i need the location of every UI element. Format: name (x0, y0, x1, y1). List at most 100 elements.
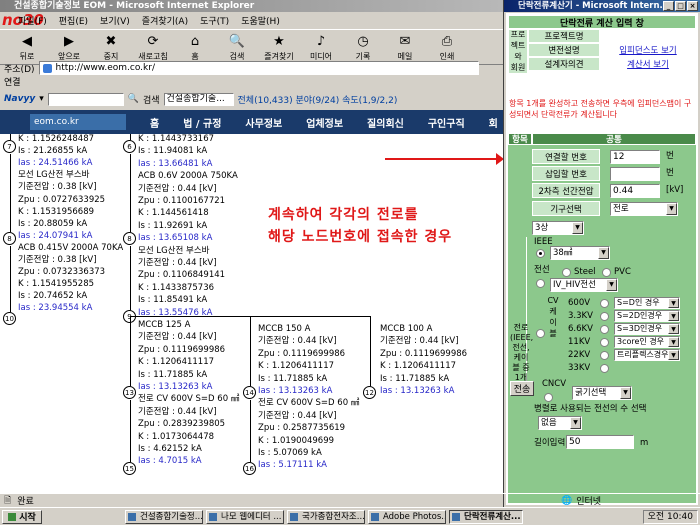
toolbar-button-5[interactable]: 🔍 검색 (216, 30, 258, 62)
menu-item[interactable]: 편집(E) (59, 14, 88, 27)
links-label[interactable]: 연결 (4, 78, 21, 88)
taskbar: 시작 건설종합기술정... 나모 웹에디터 ... 국가종합전자조... Adobe … (0, 507, 700, 525)
field-input[interactable] (610, 167, 660, 181)
chevron-down-icon: ▼ (620, 387, 631, 399)
toolbar-button-4[interactable]: ⌂ 홈 (174, 30, 216, 62)
chevron-down-icon[interactable]: ▾ (39, 94, 44, 104)
menu-item[interactable]: 도구(T) (200, 14, 229, 27)
taskbar-task[interactable]: 국가종합전자조... (287, 509, 365, 524)
diagram-value: Ias : 13.13263 kA (380, 386, 455, 396)
cv-radio[interactable] (536, 329, 545, 338)
chevron-down-icon: ▼ (606, 279, 617, 291)
calc-sheet-link[interactable]: 계산서 보기 (600, 57, 696, 71)
toolbar-button-8[interactable]: ◷ 기록 (342, 30, 384, 62)
chevron-down-icon: ▼ (572, 222, 583, 234)
field-unit: 번 (666, 168, 674, 178)
menu-item[interactable]: 보기(V) (100, 14, 130, 27)
length-input[interactable]: 50 (566, 435, 634, 449)
ie-menu-bar: 파일(F) 편집(E) 보기(V) 즐겨찾기(A) 도구(T) 도움말(H) (0, 12, 503, 29)
toolbar-button-2[interactable]: ✖ 중지 (90, 30, 132, 62)
address-input[interactable]: http://www.eom.co.kr/ (38, 61, 479, 75)
minimize-icon[interactable]: _ (663, 1, 674, 11)
toolbar-button-6[interactable]: ★ 즐겨찾기 (258, 30, 300, 62)
site-nav-item[interactable]: 홈 (150, 115, 159, 130)
cv-config-select[interactable]: 3core인 경우 ▼ (614, 336, 680, 348)
col-common-header: 공통 (532, 133, 696, 145)
ieee-radio[interactable] (536, 249, 545, 258)
maximize-icon[interactable]: □ (675, 1, 686, 11)
equip-select-value: 전로 (613, 204, 629, 214)
cable-radio[interactable] (536, 279, 545, 288)
cv-voltage-radio[interactable] (600, 312, 609, 321)
site-nav-item[interactable]: 사무정보 (245, 115, 282, 130)
taskbar-task[interactable]: Adobe Photos... (368, 509, 446, 524)
site-nav-item[interactable]: 업체정보 (306, 115, 343, 130)
task-list: 건설종합기술정... 나모 웹에디터 ... 국가종합전자조... Adobe Pho… (122, 509, 643, 524)
site-nav-item[interactable]: 질의회신 (367, 115, 404, 130)
chevron-down-icon: ▼ (668, 324, 679, 334)
cv-voltage-radio[interactable] (600, 364, 609, 373)
field-input[interactable]: 12 (610, 150, 660, 164)
toolbar-button-7[interactable]: ♪ 미디어 (300, 30, 342, 62)
bus-line (370, 316, 371, 386)
cv-config-select[interactable]: S=D인 경우 ▼ (614, 297, 680, 309)
taskbar-task[interactable]: 건설종합기술정... (125, 509, 203, 524)
search-icon: 🔍 (127, 94, 139, 104)
field-input[interactable]: 0.44 (610, 184, 660, 198)
phase-select[interactable]: 3상 ▼ (532, 221, 584, 235)
project-name-value[interactable] (600, 29, 696, 43)
diagram-value: K : 1.1541955285 (18, 279, 95, 290)
cv-config-select[interactable]: S=3D인경우 ▼ (614, 323, 680, 335)
bus-line (10, 154, 11, 232)
diagram-value: Is : 4.62152 kA (138, 444, 202, 454)
navy-search-input[interactable] (47, 92, 124, 106)
diagram-value: Zpu : 0.2839239805 (138, 419, 226, 430)
cncv-size-select[interactable]: 굵기선택 ▼ (572, 386, 632, 400)
toolbar-button-0[interactable]: ◀ 뒤로 (6, 30, 48, 62)
navy-query-field[interactable]: 건설종합기술... (163, 92, 234, 106)
impedance-view-link[interactable]: 입피던스도 보기 (600, 43, 696, 57)
navy-logo[interactable]: Navyy (4, 94, 35, 104)
pvc-radio[interactable] (602, 268, 611, 277)
parallel-select[interactable]: 없음 ▼ (538, 416, 582, 430)
menu-item[interactable]: 도움말(H) (241, 14, 280, 27)
toolbar-button-3[interactable]: ⟳ 새로고침 (132, 30, 174, 62)
node-10: 10 (3, 312, 16, 325)
close-icon[interactable]: × (687, 1, 698, 11)
field-label: 삽입할 번호 (532, 166, 600, 181)
cable-type-select[interactable]: IV_HIV전선 ▼ (550, 278, 618, 292)
toolbar-button-9[interactable]: ✉ 메일 (384, 30, 426, 62)
cv-voltage-radio[interactable] (600, 299, 609, 308)
ieee-size-select[interactable]: 38㎟ ▼ (550, 246, 610, 260)
cv-voltage-radio[interactable] (600, 351, 609, 360)
send-button[interactable]: 전송 (510, 381, 534, 396)
address-bar: 주소(D) http://www.eom.co.kr/ (0, 60, 503, 76)
menu-item[interactable]: 즐겨찾기(A) (142, 14, 188, 27)
cncv-radio[interactable] (544, 393, 553, 402)
col-item-header: 항목 (508, 133, 532, 145)
annotation: 계속하여 각각의 전로를 해당 노드번호에 접속한 경우 (268, 204, 452, 248)
bus-line (250, 400, 251, 462)
steel-radio[interactable] (562, 268, 571, 277)
site-nav-item[interactable]: 회 (489, 115, 498, 130)
site-logo[interactable]: eom.co.kr (30, 114, 126, 130)
diagram-value: 기준전압 : 0.44 [kV] (138, 332, 217, 343)
diagram-value: Is : 20.88059 kA (18, 218, 88, 229)
cv-config-select[interactable]: 트리플렉스경우 ▼ (614, 349, 680, 361)
cv-voltage-radio[interactable] (600, 325, 609, 334)
taskbar-task[interactable]: 단락전류계산... (449, 509, 523, 524)
menu-item[interactable]: 파일(F) (18, 14, 47, 27)
navy-result-counts[interactable]: 전체(10,433) 분야(9/24) 속도(1,9/2,2) (238, 93, 398, 106)
taskbar-task[interactable]: 나모 웹에디터 ... (206, 509, 284, 524)
start-button[interactable]: 시작 (2, 509, 42, 524)
site-nav-item[interactable]: 구인구직 (428, 115, 465, 130)
site-nav-item[interactable]: 법 / 규정 (183, 115, 221, 130)
toolbar-button-10[interactable]: ⎙ 인쇄 (426, 30, 468, 62)
web-page: eom.co.kr 홈 법 / 규정 사무정보 업체정보 질의회신 구인구직 회 K : 1.… (0, 110, 503, 493)
navy-search-button[interactable]: 검색 (143, 93, 160, 106)
cv-config-select[interactable]: S=2D인경우 ▼ (614, 310, 680, 322)
equip-select[interactable]: 전로 ▼ (610, 202, 678, 216)
cv-voltage-radio[interactable] (600, 338, 609, 347)
row-substation: 변전설명 (528, 43, 600, 57)
toolbar-button-1[interactable]: ▶ 앞으로 (48, 30, 90, 62)
